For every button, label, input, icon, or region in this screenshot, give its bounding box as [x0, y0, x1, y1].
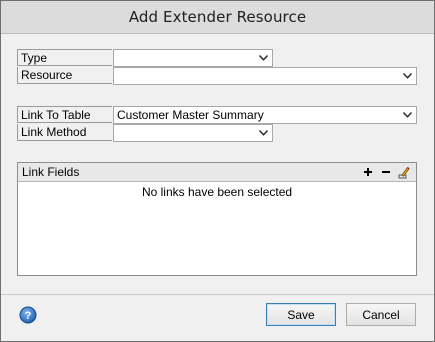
link-method-label: Link Method	[17, 124, 112, 141]
title-divider	[1, 33, 434, 34]
resource-dropdown[interactable]	[113, 67, 417, 85]
type-label: Type	[17, 49, 112, 66]
help-icon[interactable]: ?	[19, 306, 37, 324]
title-bar: Add Extender Resource	[1, 1, 434, 33]
link-to-table-dropdown[interactable]: Customer Master Summary	[113, 106, 417, 124]
cancel-button[interactable]: Cancel	[346, 303, 416, 326]
empty-links-message: No links have been selected	[141, 185, 293, 199]
plus-icon[interactable]	[360, 164, 376, 180]
link-fields-title: Link Fields	[22, 165, 80, 179]
link-to-table-value: Customer Master Summary	[117, 108, 264, 122]
chevron-down-icon[interactable]	[401, 68, 413, 84]
link-method-dropdown[interactable]	[113, 124, 273, 142]
footer-divider	[1, 294, 434, 295]
link-to-table-label: Link To Table	[17, 106, 112, 123]
dialog-window: Add Extender Resource Type Resource Link…	[0, 0, 435, 342]
chevron-down-icon[interactable]	[257, 50, 269, 66]
edit-pencil-icon[interactable]	[396, 164, 412, 180]
chevron-down-icon[interactable]	[401, 107, 413, 123]
link-fields-header: Link Fields	[18, 163, 416, 182]
minus-icon[interactable]	[378, 164, 394, 180]
resource-label: Resource	[17, 67, 112, 84]
save-button[interactable]: Save	[266, 303, 336, 326]
window-title: Add Extender Resource	[128, 8, 307, 26]
svg-text:?: ?	[25, 310, 32, 322]
link-fields-panel: Link Fields No links have been selected	[17, 162, 417, 276]
chevron-down-icon[interactable]	[257, 125, 269, 141]
type-dropdown[interactable]	[113, 49, 273, 67]
